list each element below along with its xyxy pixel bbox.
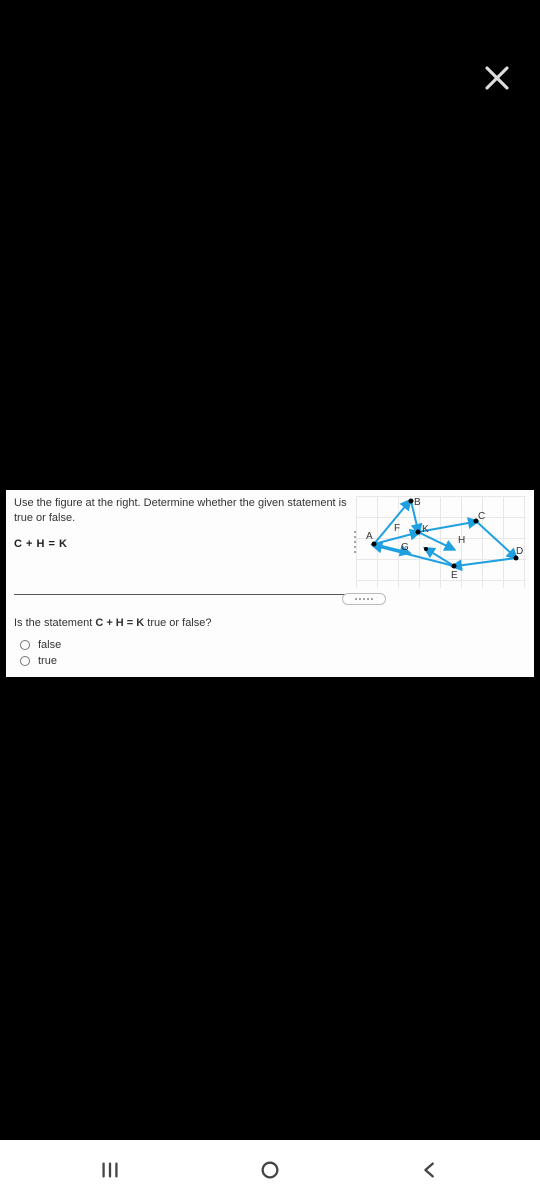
svg-text:K: K <box>422 524 429 535</box>
svg-text:E: E <box>451 570 458 581</box>
instruction-text: Use the figure at the right. Determine w… <box>14 496 348 527</box>
home-button[interactable] <box>255 1155 285 1185</box>
svg-text:B: B <box>414 497 421 508</box>
figure-column: A B K C D E F G H <box>356 496 526 588</box>
home-icon <box>259 1159 281 1181</box>
android-nav-bar <box>0 1140 540 1200</box>
recents-icon <box>99 1159 121 1181</box>
vector-figure: A B K C D E F G H <box>356 496 526 588</box>
svg-text:G: G <box>401 542 409 553</box>
option-label: true <box>38 655 57 667</box>
back-icon <box>419 1159 441 1181</box>
recents-button[interactable] <box>95 1155 125 1185</box>
divider <box>14 594 359 595</box>
question-card: Use the figure at the right. Determine w… <box>6 490 534 677</box>
option-label: false <box>38 639 61 651</box>
dots-capsule[interactable] <box>342 593 386 605</box>
svg-text:A: A <box>366 531 373 542</box>
equation-text: C + H = K <box>14 537 348 552</box>
svg-text:F: F <box>394 523 400 534</box>
svg-text:C: C <box>478 511 485 522</box>
close-icon <box>482 63 512 93</box>
section-divider <box>14 599 526 611</box>
text-column: Use the figure at the right. Determine w… <box>14 496 348 588</box>
upper-section: Use the figure at the right. Determine w… <box>14 496 526 594</box>
svg-text:D: D <box>516 546 523 557</box>
option-true[interactable]: true <box>20 655 526 667</box>
svg-text:H: H <box>458 535 465 546</box>
question-text: Is the statement C + H = K true or false… <box>14 617 526 629</box>
close-button[interactable] <box>479 60 515 96</box>
options-group: false true <box>14 639 526 667</box>
radio-icon <box>20 640 30 650</box>
radio-icon <box>20 656 30 666</box>
option-false[interactable]: false <box>20 639 526 651</box>
back-button[interactable] <box>415 1155 445 1185</box>
